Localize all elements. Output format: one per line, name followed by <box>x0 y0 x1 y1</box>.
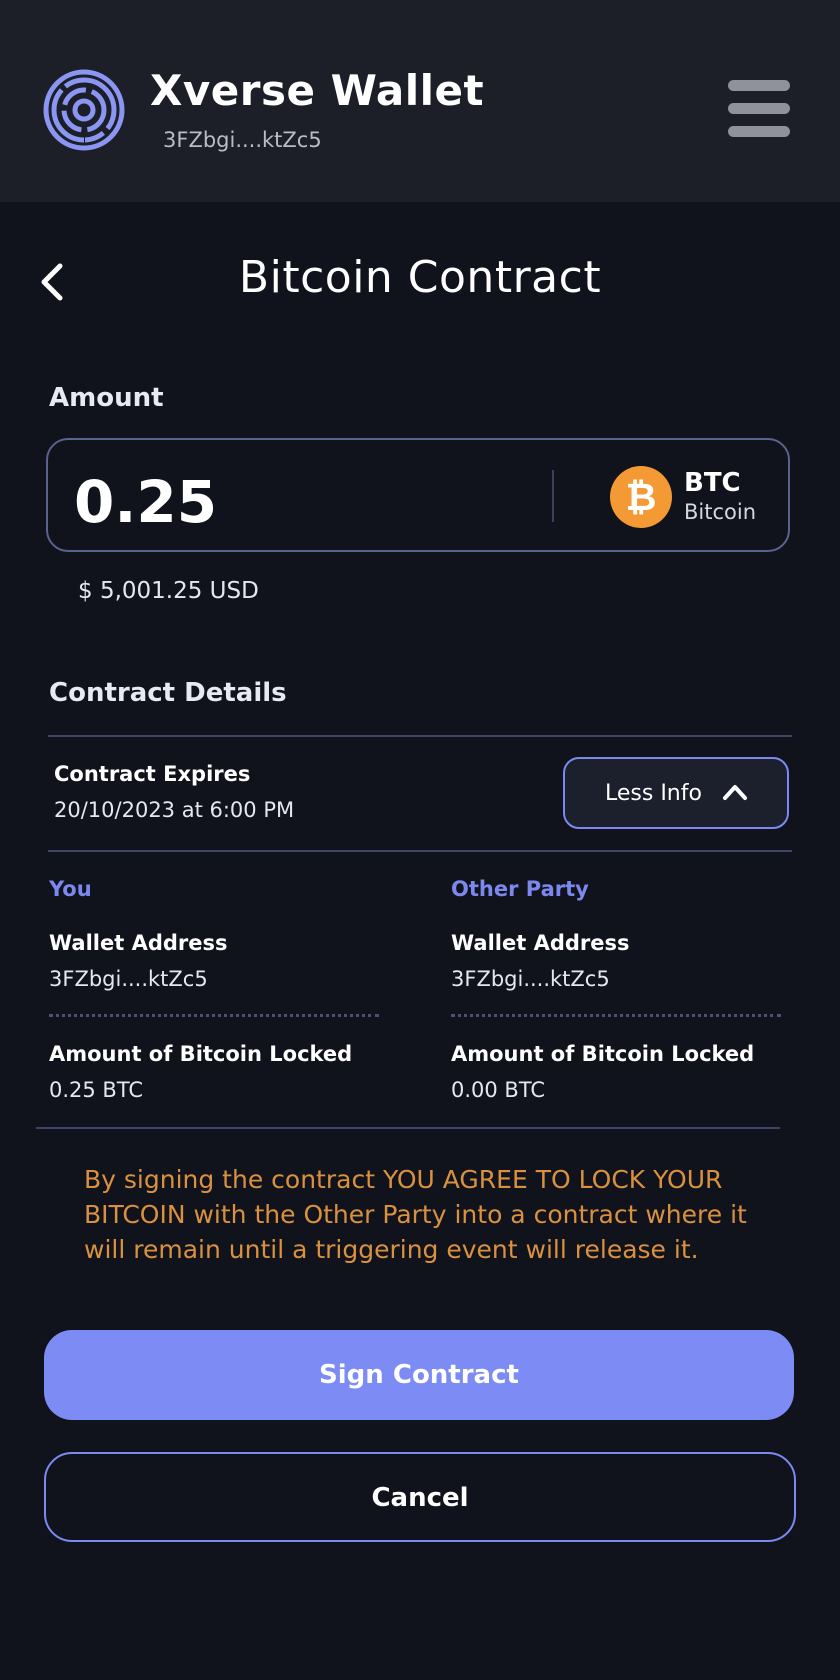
agreement-notice: By signing the contract YOU AGREE TO LOC… <box>84 1165 747 1264</box>
you-wallet-address: 3FZbgi....ktZc5 <box>49 967 208 991</box>
less-info-label: Less Info <box>605 781 702 806</box>
contract-details-title: Contract Details <box>49 678 287 708</box>
other-locked-label: Amount of Bitcoin Locked <box>451 1042 755 1066</box>
you-locked-label: Amount of Bitcoin Locked <box>49 1042 353 1066</box>
xverse-logo-icon <box>43 69 125 151</box>
sign-contract-label: Sign Contract <box>319 1360 519 1390</box>
menu-button[interactable] <box>728 80 790 138</box>
page-title: Bitcoin Contract <box>238 252 602 303</box>
you-locked-value: 0.25 BTC <box>49 1078 144 1102</box>
other-party-heading: Other Party <box>451 877 589 901</box>
amount-input[interactable]: 0.25 ₿ BTC Bitcoin <box>46 438 790 552</box>
divider <box>48 735 792 737</box>
currency-name: Bitcoin <box>684 500 757 524</box>
contract-expires-label: Contract Expires <box>54 762 251 786</box>
other-wallet-label: Wallet Address <box>451 931 630 955</box>
app-header: Xverse Wallet 3FZbgi....ktZc5 <box>0 0 840 202</box>
dotted-separator <box>451 1014 781 1017</box>
you-wallet-label: Wallet Address <box>49 931 228 955</box>
wallet-address: 3FZbgi....ktZc5 <box>163 128 322 152</box>
divider <box>48 850 792 852</box>
amount-value[interactable]: 0.25 <box>74 468 217 536</box>
amount-label: Amount <box>49 383 164 413</box>
contract-expires-value: 20/10/2023 at 6:00 PM <box>54 798 295 822</box>
less-info-button[interactable]: Less Info <box>563 757 789 829</box>
hamburger-menu-icon <box>728 80 790 91</box>
cancel-label: Cancel <box>371 1483 469 1513</box>
wallet-name: Xverse Wallet <box>150 66 485 115</box>
chevron-up-icon <box>723 785 747 800</box>
bitcoin-icon: ₿ <box>610 466 672 528</box>
fiat-value: $ 5,001.25 USD <box>78 578 259 604</box>
divider <box>36 1127 780 1129</box>
other-locked-value: 0.00 BTC <box>451 1078 546 1102</box>
sign-contract-button[interactable]: Sign Contract <box>44 1330 794 1420</box>
other-wallet-address: 3FZbgi....ktZc5 <box>451 967 610 991</box>
dotted-separator <box>49 1014 379 1017</box>
cancel-button[interactable]: Cancel <box>44 1452 796 1542</box>
you-heading: You <box>49 877 92 901</box>
amount-divider <box>552 470 554 522</box>
currency-code: BTC <box>684 468 741 498</box>
